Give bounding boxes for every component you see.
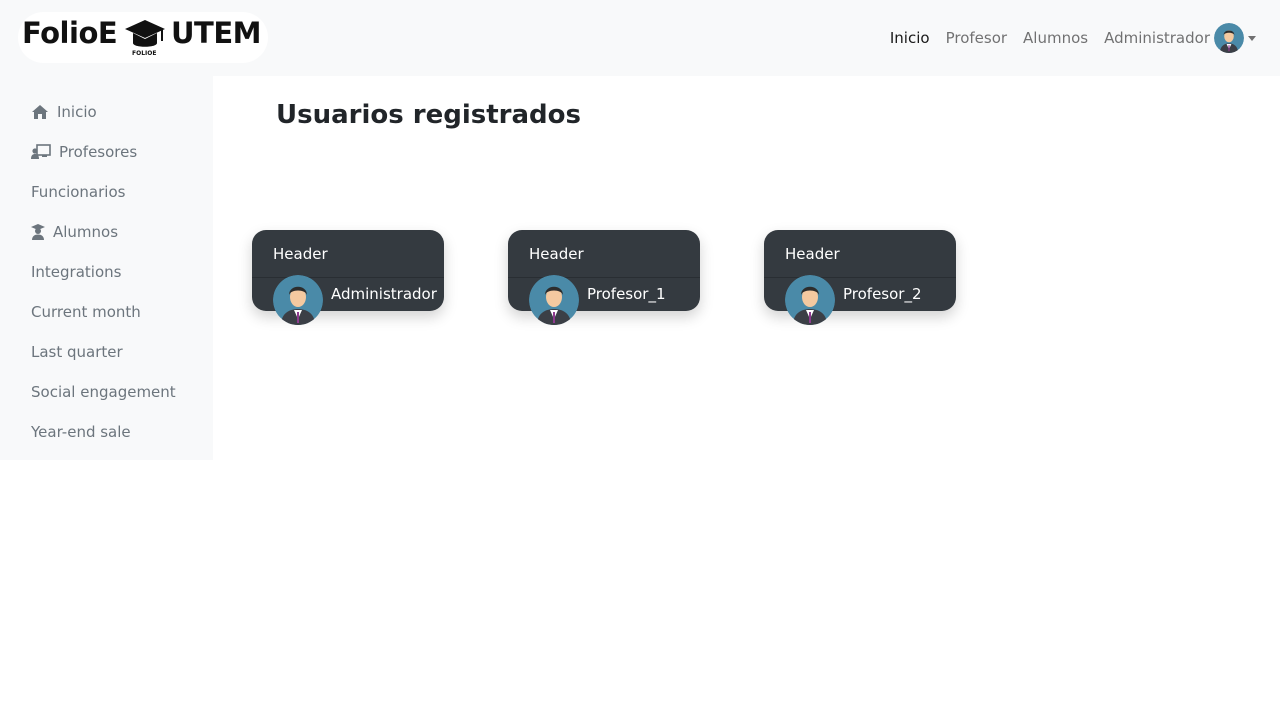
card-header-text: Header: [529, 245, 584, 263]
sidebar-item-label: Funcionarios: [31, 183, 126, 201]
sidebar-item-current-month[interactable]: Current month: [31, 300, 141, 324]
brand-subtext: FOLIOE: [132, 50, 157, 57]
nav-link-inicio[interactable]: Inicio: [890, 29, 930, 47]
sidebar-item-inicio[interactable]: Inicio: [31, 100, 97, 124]
card-user-name: Profesor_1: [587, 285, 666, 303]
navbar-links: Inicio Profesor Alumnos Administrador: [874, 22, 1256, 54]
sidebar-item-label: Current month: [31, 303, 141, 321]
card-header-text: Header: [273, 245, 328, 263]
sidebar-item-funcionarios[interactable]: Funcionarios: [31, 180, 125, 204]
sidebar-item-label: Last quarter: [31, 343, 123, 361]
chalkboard-teacher-icon: [31, 144, 51, 159]
home-icon: [32, 105, 48, 119]
user-card-profesor-2[interactable]: Header Profesor_2: [764, 230, 956, 325]
user-avatar-icon: [1214, 23, 1244, 53]
brand-logo[interactable]: FolioE UTEM FOLIOE: [18, 12, 268, 63]
user-avatar-icon: [785, 275, 835, 325]
user-dropdown-label: Administrador: [1104, 29, 1210, 47]
chevron-down-icon: [1248, 35, 1256, 41]
sidebar-item-label: Social engagement: [31, 383, 176, 401]
user-avatar-icon: [273, 275, 323, 325]
sidebar-item-alumnos[interactable]: Alumnos: [31, 220, 118, 244]
nav-link-profesor[interactable]: Profesor: [946, 29, 1007, 47]
sidebar-item-label: Alumnos: [53, 223, 119, 241]
card-header: Header: [764, 230, 956, 278]
sidebar-item-year-end-sale[interactable]: Year-end sale: [31, 420, 131, 444]
brand-text-right: UTEM: [171, 16, 262, 50]
sidebar: Inicio Profesores Funcionarios Alumnos I…: [0, 76, 213, 460]
sidebar-item-social-engagement[interactable]: Social engagement: [31, 380, 176, 404]
card-header: Header: [508, 230, 700, 278]
brand-text-left: FolioE: [22, 16, 118, 50]
sidebar-item-label: Year-end sale: [31, 423, 131, 441]
card-header-text: Header: [785, 245, 840, 263]
top-navbar: FolioE UTEM FOLIOE Inicio Profesor Alumn…: [0, 0, 1280, 76]
nav-link-alumnos[interactable]: Alumnos: [1023, 29, 1088, 47]
user-card-profesor-1[interactable]: Header Profesor_1: [508, 230, 700, 325]
card-header: Header: [252, 230, 444, 278]
user-avatar-icon: [529, 275, 579, 325]
sidebar-item-label: Profesores: [59, 143, 138, 161]
sidebar-item-profesores[interactable]: Profesores: [31, 140, 137, 164]
sidebar-item-last-quarter[interactable]: Last quarter: [31, 340, 123, 364]
page-title: Usuarios registrados: [276, 100, 581, 130]
sidebar-item-integrations[interactable]: Integrations: [31, 260, 121, 284]
user-dropdown-toggle[interactable]: Administrador: [1104, 23, 1256, 53]
sidebar-item-label: Inicio: [57, 103, 97, 121]
card-user-name: Administrador: [331, 285, 437, 303]
sidebar-item-label: Integrations: [31, 263, 122, 281]
card-user-name: Profesor_2: [843, 285, 922, 303]
user-graduate-icon: [31, 224, 45, 240]
user-card-administrador[interactable]: Header Administrador: [252, 230, 444, 325]
